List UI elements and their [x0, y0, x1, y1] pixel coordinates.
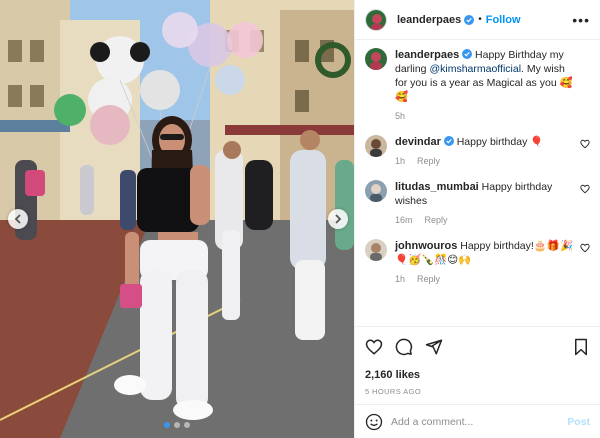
comment-item: litudas_mumbai Happy birthday wishes 16m…: [365, 180, 590, 227]
follow-button[interactable]: Follow: [486, 14, 521, 26]
caption: leanderpaes Happy Birthday my darling @k…: [365, 48, 590, 123]
comment-item: devindar Happy birthday 🎈 1h Reply: [365, 135, 590, 168]
heart-icon[interactable]: [580, 184, 590, 194]
verified-badge-icon: [443, 136, 454, 146]
comment-meta: 1h Reply: [395, 272, 574, 286]
comment-timestamp[interactable]: 1h: [395, 154, 405, 168]
post-timestamp: 5 HOURS AGO: [365, 387, 422, 396]
avatar[interactable]: [365, 180, 387, 202]
heart-icon[interactable]: [580, 243, 590, 253]
more-options-icon[interactable]: •••: [572, 13, 590, 27]
header-separator: •: [478, 14, 482, 25]
caption-mention-link[interactable]: @kimsharmaofficial: [429, 63, 521, 75]
comment-timestamp[interactable]: 1h: [395, 272, 405, 286]
caption-timestamp[interactable]: 5h: [395, 109, 405, 123]
reply-button[interactable]: Reply: [425, 213, 448, 227]
post-comment-button[interactable]: Post: [567, 416, 590, 428]
avatar[interactable]: [365, 8, 387, 31]
post-actions-section: 2,160 likes 5 HOURS AGO: [355, 326, 600, 404]
instagram-post: leanderpaes • Follow ••• leanderpaes Hap…: [0, 0, 600, 438]
bookmark-icon[interactable]: [572, 338, 590, 356]
avatar[interactable]: [365, 135, 387, 157]
reply-button[interactable]: Reply: [417, 154, 440, 168]
comment-timestamp[interactable]: 16m: [395, 213, 413, 227]
comments-section: leanderpaes Happy Birthday my darling @k…: [355, 40, 600, 326]
avatar-image: [365, 48, 387, 70]
verified-badge-icon: [462, 49, 473, 59]
comment-username[interactable]: johnwouros: [395, 240, 457, 252]
carousel-dot: [184, 422, 190, 428]
comment-meta: 1h Reply: [395, 154, 574, 168]
caption-meta: 5h: [395, 109, 574, 123]
avatar-image: [365, 239, 387, 261]
carousel-dot: [174, 422, 180, 428]
comment-meta: 16m Reply: [395, 213, 574, 227]
avatar[interactable]: [365, 239, 387, 261]
heart-icon[interactable]: [365, 338, 383, 356]
next-photo-button[interactable]: [328, 209, 348, 229]
comment-body: johnwouros Happy birthday!🎂🎁🎉🎈🥳🍾🎊😊🙌 1h R…: [395, 239, 590, 286]
comment-text: Happy birthday 🎈: [456, 136, 544, 148]
avatar-image: [365, 180, 387, 202]
comment-item: johnwouros Happy birthday!🎂🎁🎉🎈🥳🍾🎊😊🙌 1h R…: [365, 239, 590, 286]
caption-body: leanderpaes Happy Birthday my darling @k…: [395, 48, 590, 123]
carousel-dot: [164, 422, 170, 428]
share-icon[interactable]: [425, 338, 443, 356]
post-side-panel: leanderpaes • Follow ••• leanderpaes Hap…: [354, 0, 600, 438]
comment-username[interactable]: devindar: [395, 136, 441, 148]
heart-icon[interactable]: [580, 139, 590, 149]
carousel-indicator: [0, 422, 354, 428]
action-buttons: [365, 333, 590, 361]
comment-body: devindar Happy birthday 🎈 1h Reply: [395, 135, 590, 168]
photo-scene: [0, 0, 354, 438]
chevron-right-icon: [335, 214, 342, 224]
emoji-icon[interactable]: [365, 413, 383, 431]
avatar-image: [365, 135, 387, 157]
verified-badge-icon: [464, 14, 475, 25]
avatar[interactable]: [365, 48, 387, 70]
likes-count[interactable]: 2,160 likes: [365, 369, 590, 381]
chevron-left-icon: [14, 214, 21, 224]
comment-username[interactable]: litudas_mumbai: [395, 181, 479, 193]
previous-photo-button[interactable]: [8, 209, 28, 229]
post-header: leanderpaes • Follow •••: [355, 0, 600, 40]
comment-body: litudas_mumbai Happy birthday wishes 16m…: [395, 180, 590, 227]
comment-icon[interactable]: [395, 338, 413, 356]
post-photo[interactable]: [0, 0, 354, 438]
avatar-image: [366, 9, 386, 30]
reply-button[interactable]: Reply: [417, 272, 440, 286]
caption-username[interactable]: leanderpaes: [395, 49, 459, 61]
comment-input[interactable]: [391, 415, 560, 428]
header-username[interactable]: leanderpaes: [397, 14, 461, 26]
add-comment-bar: Post: [355, 404, 600, 438]
